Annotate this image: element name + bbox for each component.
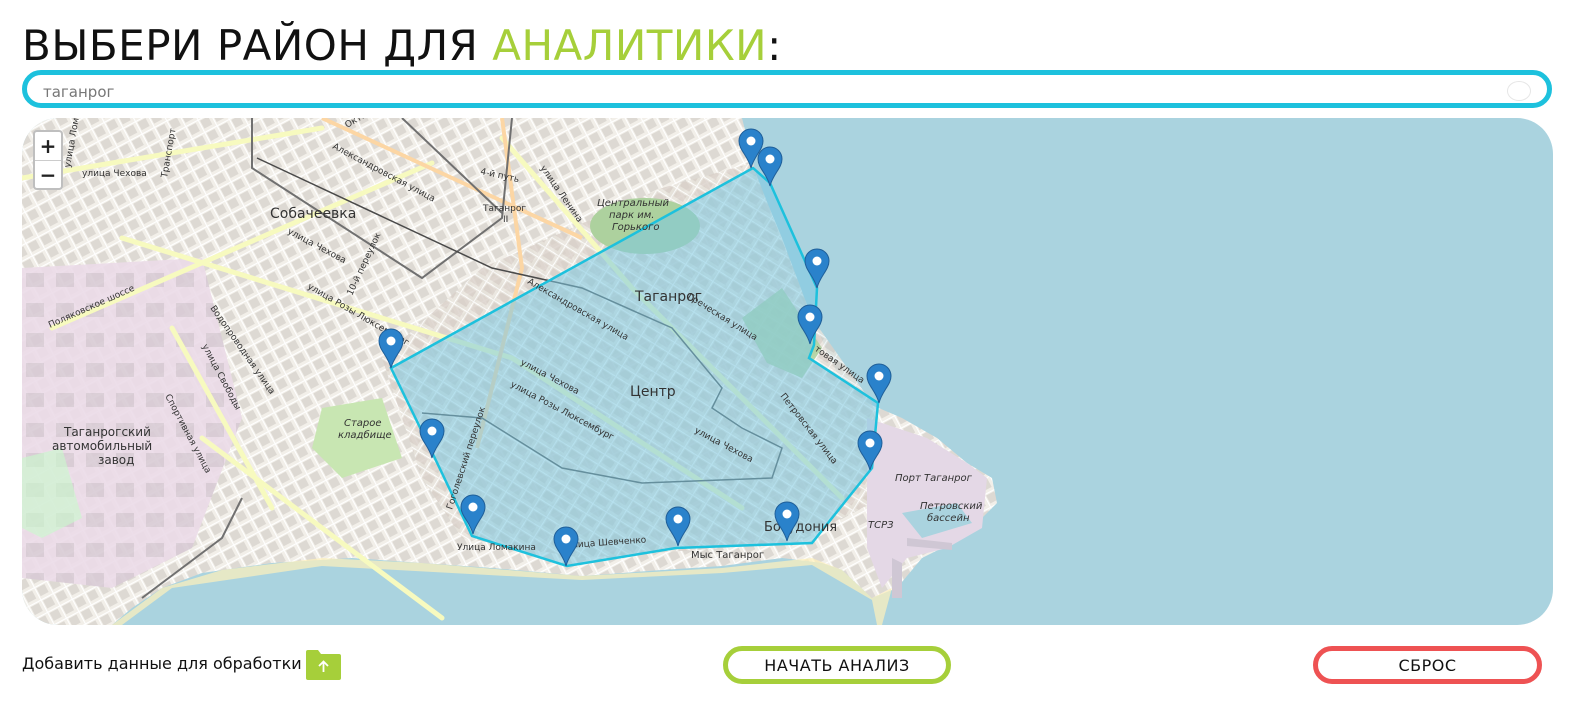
label-station-1: Таганрог bbox=[482, 204, 526, 214]
page-title-accent: АНАЛИТИКИ bbox=[492, 21, 768, 70]
label-station-2: II bbox=[503, 215, 508, 225]
page-title-main: ВЫБЕРИ РАЙОН ДЛЯ bbox=[22, 21, 493, 70]
folder-upload-icon[interactable] bbox=[306, 650, 341, 680]
label-cape: Мыс Таганрог bbox=[691, 550, 764, 561]
search-icon[interactable] bbox=[1507, 81, 1531, 101]
search-box[interactable] bbox=[22, 70, 1552, 108]
label-cemetery-2: кладбище bbox=[338, 429, 392, 441]
page-title-colon: : bbox=[767, 21, 782, 70]
label-park-2: парк им. bbox=[609, 210, 654, 221]
reset-button[interactable]: СБРОС bbox=[1313, 646, 1542, 684]
label-street-chekhova-1: улица Чехова bbox=[82, 169, 147, 179]
label-park-3: Горького bbox=[612, 222, 659, 233]
zoom-in-button[interactable]: + bbox=[35, 132, 61, 161]
label-center: Центр bbox=[630, 384, 676, 400]
label-cemetery-1: Старое bbox=[344, 418, 382, 429]
label-street-lomakina: Улица Ломакина bbox=[457, 543, 536, 553]
label-port: Порт Таганрог bbox=[895, 473, 973, 484]
label-plant-2: автомобильный bbox=[52, 439, 152, 453]
page-title: ВЫБЕРИ РАЙОН ДЛЯ АНАЛИТИКИ: bbox=[22, 20, 782, 72]
map-view[interactable]: Таганрог Центр Собачеевка Богудония Мыс … bbox=[22, 118, 1553, 625]
add-data-label: Добавить данные для обработки bbox=[22, 654, 302, 673]
search-input[interactable] bbox=[41, 79, 1485, 105]
label-tsrz: ТСРЗ bbox=[868, 520, 894, 531]
label-park-1: Центральный bbox=[597, 198, 669, 209]
label-plant-1: Таганрогский bbox=[63, 425, 151, 439]
start-analysis-button[interactable]: НАЧАТЬ АНАЛИЗ bbox=[723, 646, 951, 684]
label-basin-1: Петровский bbox=[920, 501, 983, 512]
label-bogudonia: Богудония bbox=[764, 520, 837, 535]
map-canvas[interactable]: Таганрог Центр Собачеевка Богудония Мыс … bbox=[22, 118, 1553, 625]
label-basin-2: бассейн bbox=[927, 512, 970, 524]
zoom-control[interactable]: + − bbox=[33, 130, 63, 190]
label-sobacheevka: Собачеевка bbox=[270, 206, 356, 222]
zoom-out-button[interactable]: − bbox=[35, 161, 61, 189]
label-plant-3: завод bbox=[98, 453, 134, 467]
